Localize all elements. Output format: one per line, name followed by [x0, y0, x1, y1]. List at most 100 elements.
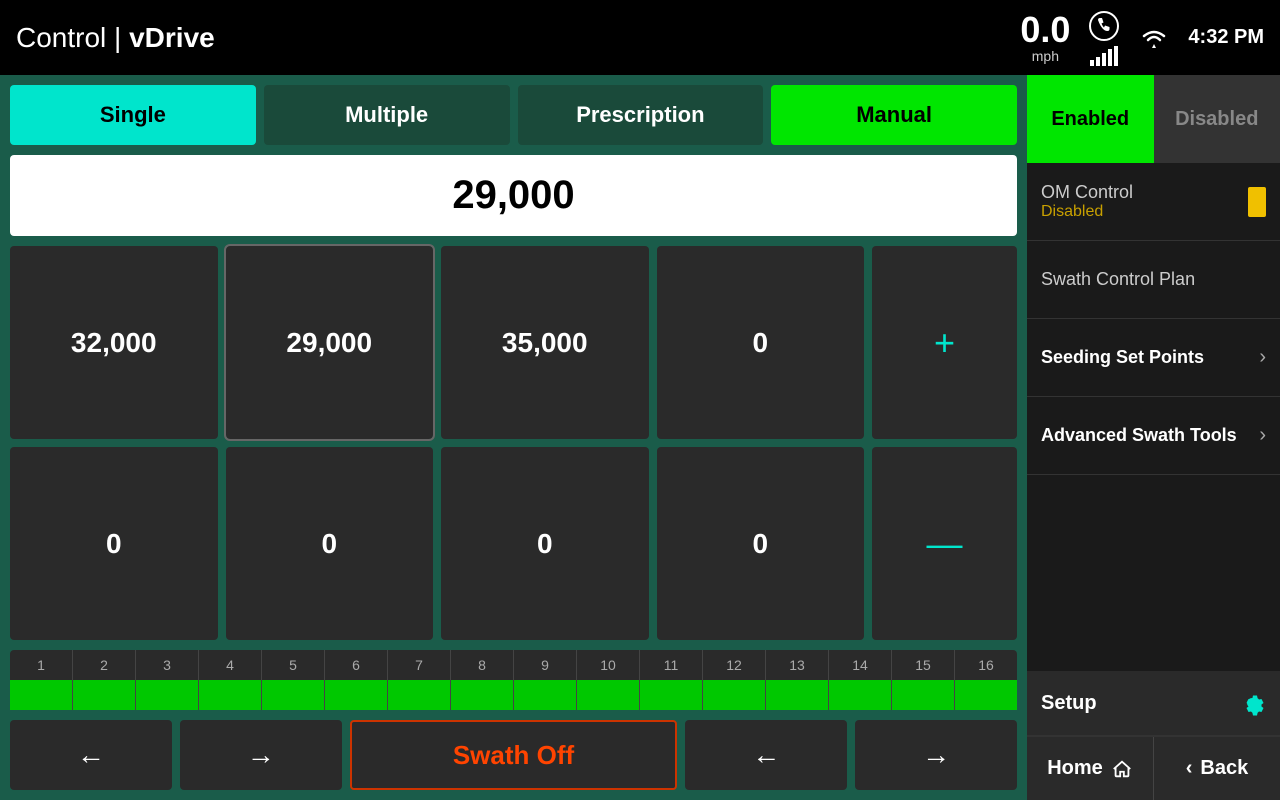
row-bar-5 — [262, 680, 325, 710]
row-bar-strip — [10, 680, 1017, 710]
disabled-button[interactable]: Disabled — [1154, 75, 1280, 163]
row-num-10: 10 — [577, 650, 640, 680]
seed-cell-1-top[interactable]: 32,000 — [10, 246, 218, 439]
swath-control-plan-item[interactable]: Swath Control Plan — [1027, 241, 1280, 319]
minus-button[interactable]: — — [872, 447, 1017, 640]
seed-grid: 32,000 0 29,000 0 35,000 0 0 0 + — — [10, 246, 1017, 640]
advanced-swath-tools-text: Advanced Swath Tools — [1041, 425, 1259, 446]
plus-button[interactable]: + — [872, 246, 1017, 439]
app-sub: vDrive — [129, 22, 215, 53]
advanced-swath-tools-item[interactable]: Advanced Swath Tools › — [1027, 397, 1280, 475]
row-num-8: 8 — [451, 650, 514, 680]
row-numbers: 1 2 3 4 5 6 7 8 9 10 11 12 13 14 15 16 — [10, 650, 1017, 710]
row-bar-13 — [766, 680, 829, 710]
row-bar-1 — [10, 680, 73, 710]
row-num-16: 16 — [955, 650, 1017, 680]
grid-col-2: 29,000 0 — [226, 246, 434, 640]
row-num-15: 15 — [892, 650, 955, 680]
home-back-row: Home ‹ Back — [1027, 737, 1280, 800]
row-num-1: 1 — [10, 650, 73, 680]
header-right: 0.0 mph 4:32 PM — [1020, 10, 1264, 66]
row-num-14: 14 — [829, 650, 892, 680]
plusminus-col: + — — [872, 246, 1017, 640]
row-bar-4 — [199, 680, 262, 710]
header: Control | vDrive 0.0 mph — [0, 0, 1280, 75]
main: Single Multiple Prescription Manual 29,0… — [0, 75, 1280, 800]
row-num-2: 2 — [73, 650, 136, 680]
back-button[interactable]: ‹ Back — [1154, 737, 1280, 800]
row-bar-15 — [892, 680, 955, 710]
row-bar-14 — [829, 680, 892, 710]
seed-cell-3-top[interactable]: 35,000 — [441, 246, 649, 439]
row-bar-6 — [325, 680, 388, 710]
swath-off-button[interactable]: Swath Off — [350, 720, 678, 790]
header-separator: | — [114, 22, 129, 53]
seed-cell-4-top[interactable]: 0 — [657, 246, 865, 439]
row-bar-9 — [514, 680, 577, 710]
setup-label: Setup — [1041, 692, 1097, 715]
enabled-button[interactable]: Enabled — [1027, 75, 1154, 163]
sidebar-bottom: Home ‹ Back — [1027, 736, 1280, 800]
speed-block: 0.0 mph — [1020, 12, 1070, 64]
gear-icon — [1238, 689, 1266, 717]
tab-prescription[interactable]: Prescription — [518, 85, 764, 145]
value-display: 29,000 — [10, 155, 1017, 236]
bottom-controls: ← → Swath Off ← → — [10, 720, 1017, 790]
row-num-4: 4 — [199, 650, 262, 680]
tab-manual[interactable]: Manual — [771, 85, 1017, 145]
grid-col-3: 35,000 0 — [441, 246, 649, 640]
row-num-7: 7 — [388, 650, 451, 680]
nav-left-1[interactable]: ← — [10, 720, 172, 790]
seeding-chevron-icon: › — [1259, 346, 1266, 369]
row-num-11: 11 — [640, 650, 703, 680]
seed-cell-1-bottom[interactable]: 0 — [10, 447, 218, 640]
speed-unit: mph — [1020, 48, 1070, 64]
seed-cell-3-bottom[interactable]: 0 — [441, 447, 649, 640]
advanced-swath-tools-label: Advanced Swath Tools — [1041, 425, 1259, 446]
header-title: Control | vDrive — [16, 22, 215, 54]
toggle-row: Enabled Disabled — [1027, 75, 1280, 163]
sidebar-spacer — [1027, 475, 1280, 671]
home-icon — [1111, 758, 1133, 780]
swath-control-plan-text: Swath Control Plan — [1041, 269, 1266, 290]
om-control-item[interactable]: OM Control Disabled — [1027, 163, 1280, 241]
row-num-6: 6 — [325, 650, 388, 680]
home-label: Home — [1047, 757, 1103, 780]
advanced-swath-chevron-icon: › — [1259, 424, 1266, 447]
om-indicator — [1248, 187, 1266, 217]
row-bar-3 — [136, 680, 199, 710]
om-control-text: OM Control Disabled — [1041, 182, 1240, 221]
row-bar-10 — [577, 680, 640, 710]
tabs-row: Single Multiple Prescription Manual — [10, 85, 1017, 145]
row-bar-16 — [955, 680, 1017, 710]
nav-right-2[interactable]: → — [855, 720, 1017, 790]
row-bar-7 — [388, 680, 451, 710]
row-num-13: 13 — [766, 650, 829, 680]
seed-cell-4-bottom[interactable]: 0 — [657, 447, 865, 640]
row-bar-2 — [73, 680, 136, 710]
time-display: 4:32 PM — [1188, 26, 1264, 49]
setup-item[interactable]: Setup — [1027, 671, 1280, 736]
wifi-icon — [1138, 26, 1170, 50]
seeding-set-points-item[interactable]: Seeding Set Points › — [1027, 319, 1280, 397]
seed-cell-2-bottom[interactable]: 0 — [226, 447, 434, 640]
speed-value: 0.0 — [1020, 12, 1070, 48]
home-button[interactable]: Home — [1027, 737, 1154, 800]
nav-right-1[interactable]: → — [180, 720, 342, 790]
row-bar-12 — [703, 680, 766, 710]
row-bar-8 — [451, 680, 514, 710]
nav-left-2[interactable]: ← — [685, 720, 847, 790]
seed-cell-2-top[interactable]: 29,000 — [226, 246, 434, 439]
om-control-label: OM Control — [1041, 182, 1240, 203]
tab-single[interactable]: Single — [10, 85, 256, 145]
back-chevron-icon: ‹ — [1186, 757, 1193, 780]
seeding-set-points-text: Seeding Set Points — [1041, 347, 1259, 368]
row-num-9: 9 — [514, 650, 577, 680]
grid-col-1: 32,000 0 — [10, 246, 218, 640]
seeding-set-points-label: Seeding Set Points — [1041, 347, 1259, 368]
om-control-status: Disabled — [1041, 203, 1240, 221]
tab-multiple[interactable]: Multiple — [264, 85, 510, 145]
phone-icon — [1088, 10, 1120, 42]
grid-col-4: 0 0 — [657, 246, 865, 640]
signal-block — [1088, 10, 1120, 66]
